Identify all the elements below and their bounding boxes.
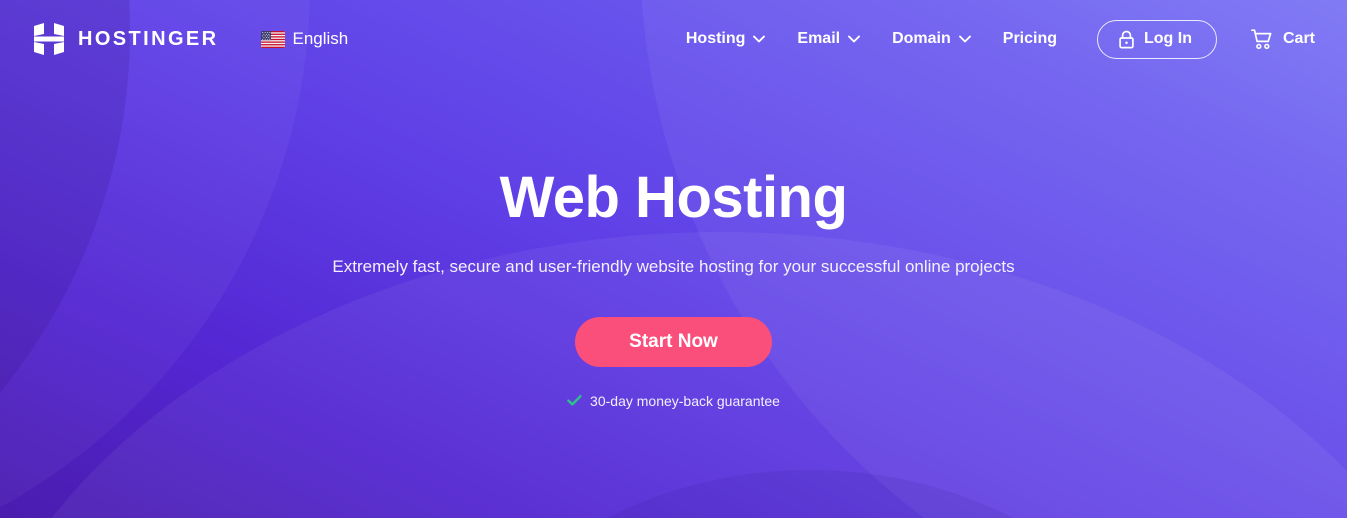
- us-flag-icon: [260, 30, 285, 48]
- main-navigation: Hosting Email Domain Pricing Log In Cart: [670, 19, 1315, 59]
- nav-item-label: Email: [797, 30, 841, 47]
- nav-item-label: Hosting: [685, 30, 746, 47]
- nav-item-domain[interactable]: Domain: [876, 22, 987, 56]
- nav-item-label: Domain: [892, 30, 951, 47]
- nav-item-email[interactable]: Email: [781, 22, 876, 56]
- hostinger-h-logo-icon: [34, 23, 64, 55]
- check-icon: [567, 394, 582, 407]
- hero-content: Web Hosting Extremely fast, secure and u…: [0, 78, 1347, 409]
- page-title: Web Hosting: [499, 165, 848, 230]
- cart-link[interactable]: Cart: [1251, 28, 1315, 50]
- guarantee-text: 30-day money-back guarantee: [590, 392, 780, 409]
- start-now-button[interactable]: Start Now: [575, 316, 772, 367]
- hero-section: HOSTINGER English Hosting Email Domain P…: [0, 0, 1347, 518]
- brand-name: HOSTINGER: [78, 27, 219, 50]
- site-header: HOSTINGER English Hosting Email Domain P…: [0, 0, 1347, 78]
- nav-item-hosting[interactable]: Hosting: [670, 22, 782, 56]
- login-button-label: Log In: [1144, 30, 1192, 47]
- language-selector[interactable]: English: [260, 29, 349, 49]
- language-label: English: [292, 29, 349, 48]
- nav-item-pricing[interactable]: Pricing: [987, 22, 1073, 56]
- shopping-cart-icon: [1251, 28, 1273, 50]
- nav-item-label: Pricing: [1002, 30, 1057, 47]
- cta-wrapper: Start Now: [0, 316, 1347, 367]
- login-button[interactable]: Log In: [1097, 19, 1217, 59]
- hero-subtitle: Extremely fast, secure and user-friendly…: [332, 256, 1015, 276]
- chevron-down-icon: [848, 35, 861, 43]
- lock-icon: [1118, 30, 1135, 49]
- cart-label: Cart: [1282, 30, 1315, 47]
- chevron-down-icon: [958, 35, 971, 43]
- brand-logo-link[interactable]: HOSTINGER: [34, 23, 219, 55]
- bg-shape-low-center: [430, 470, 1190, 518]
- chevron-down-icon: [753, 35, 766, 43]
- money-back-guarantee: 30-day money-back guarantee: [0, 393, 1347, 409]
